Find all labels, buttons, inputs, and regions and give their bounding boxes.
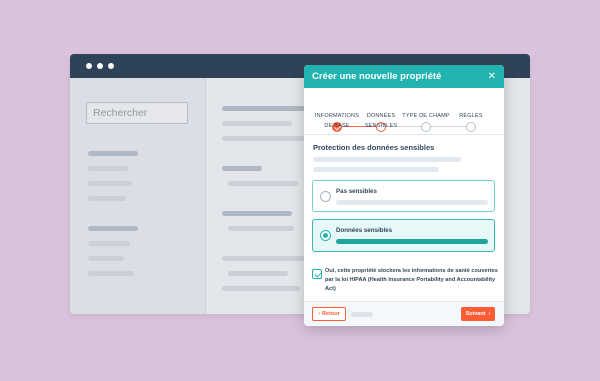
option-label: Données sensibles	[336, 227, 393, 234]
chevron-left-icon: ‹	[318, 311, 321, 317]
step-upcoming-icon	[466, 122, 476, 132]
description-skeleton	[313, 167, 439, 172]
modal-footer: ‹ Retour Suivant ›	[304, 301, 504, 326]
step-label-sensitive-data: DONNÉES SENSIBLES	[364, 113, 398, 129]
footer-skeleton	[351, 312, 373, 317]
radio-icon[interactable]	[320, 191, 331, 202]
radio-selected-icon[interactable]	[320, 230, 331, 241]
option-sensitive-data[interactable]: Données sensibles	[312, 219, 495, 252]
hipaa-checkbox[interactable]	[312, 269, 322, 279]
description-skeleton	[313, 157, 461, 162]
option-label: Pas sensibles	[336, 188, 377, 195]
close-icon[interactable]: ✕	[488, 71, 496, 82]
window-dot	[86, 63, 92, 69]
window-dot	[97, 63, 103, 69]
option-description-skeleton	[336, 200, 488, 205]
step-label-basic-info: INFORMATIONS DE BASE	[314, 113, 360, 129]
create-property-modal: Créer une nouvelle propriété ✕ INFORMATI…	[304, 65, 504, 326]
step-label-rules: RÈGLES	[459, 113, 483, 119]
section-title: Protection des données sensibles	[313, 143, 435, 152]
next-button[interactable]: Suivant ›	[461, 307, 495, 321]
section-divider	[304, 134, 504, 135]
modal-header: Créer une nouvelle propriété ✕	[304, 65, 504, 88]
chevron-right-icon: ›	[488, 311, 491, 317]
hipaa-consent-text: Oui, cette propriété stockera les inform…	[325, 268, 498, 292]
option-not-sensitive[interactable]: Pas sensibles	[312, 180, 495, 212]
modal-title: Créer une nouvelle propriété	[312, 71, 442, 82]
step-label-field-type: TYPE DE CHAMP	[402, 113, 450, 119]
back-button[interactable]: ‹ Retour	[312, 307, 346, 321]
option-description-skeleton	[336, 239, 488, 244]
next-button-label: Suivant	[465, 311, 486, 317]
step-connector	[426, 126, 471, 127]
step-upcoming-icon	[421, 122, 431, 132]
back-button-label: Retour	[322, 311, 340, 317]
window-dot	[108, 63, 114, 69]
